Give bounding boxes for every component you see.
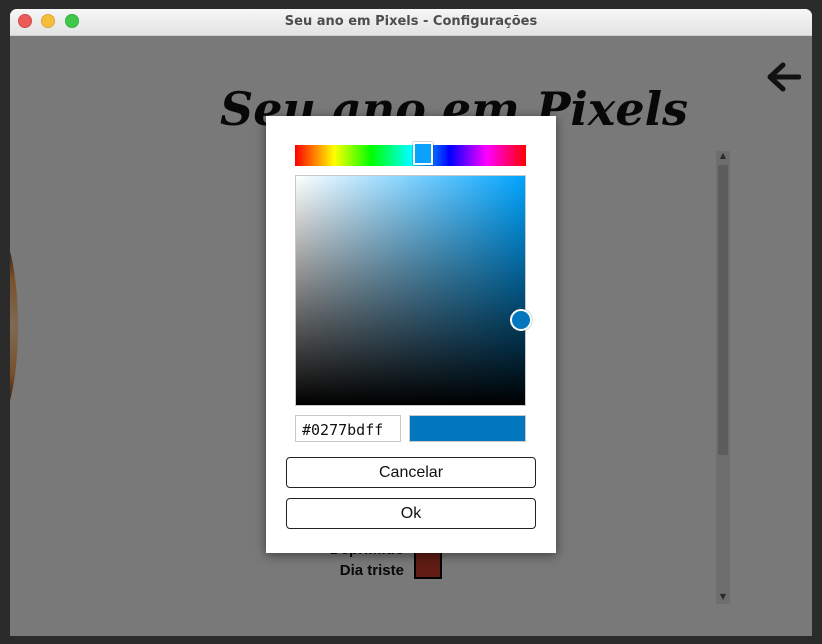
- saturation-value-area[interactable]: [295, 175, 532, 406]
- cancel-button[interactable]: Cancelar: [286, 457, 536, 488]
- app-window: Seu ano em Pixels - Configurações Seu an…: [10, 9, 812, 636]
- hue-slider[interactable]: [295, 142, 526, 166]
- color-picker-dialog: Cancelar Ok: [266, 116, 556, 553]
- title-bar: Seu ano em Pixels - Configurações: [10, 9, 812, 36]
- hex-color-input[interactable]: [295, 415, 401, 442]
- ok-button[interactable]: Ok: [286, 498, 536, 529]
- color-selector-handle[interactable]: [510, 309, 532, 331]
- hue-slider-handle[interactable]: [413, 142, 433, 165]
- settings-content: Seu ano em Pixels Deprimido Dia triste ▲…: [10, 36, 812, 636]
- window-title: Seu ano em Pixels - Configurações: [284, 14, 538, 29]
- color-preview: [409, 415, 526, 442]
